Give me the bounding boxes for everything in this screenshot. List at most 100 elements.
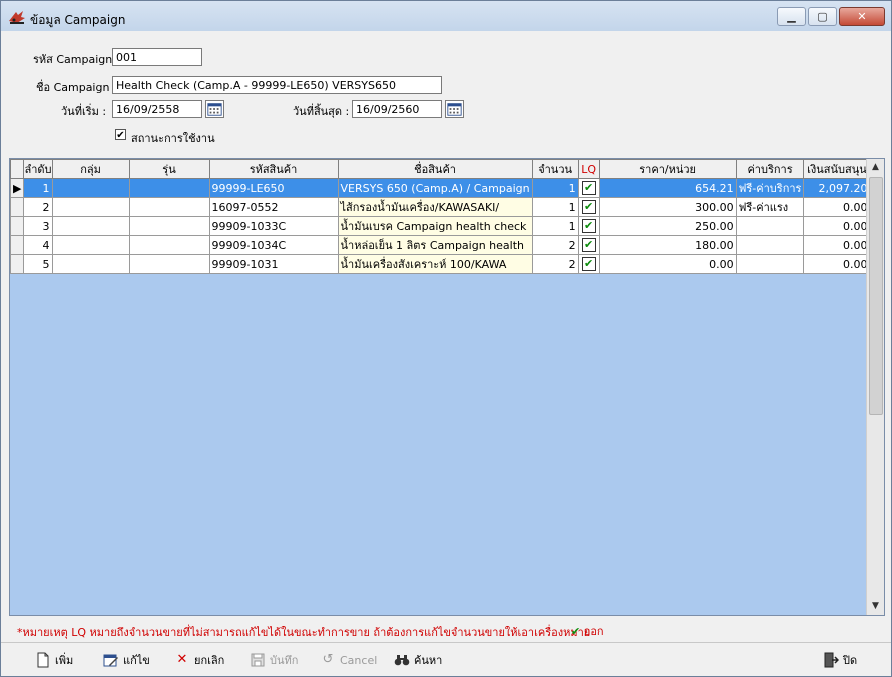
cell-support[interactable]: 2,097.20: [803, 178, 871, 198]
col-header-service[interactable]: ค่าบริการ: [735, 159, 805, 179]
cell-qty[interactable]: 1: [531, 216, 579, 236]
end-date-input[interactable]: 16/09/2560: [352, 100, 442, 118]
table-row[interactable]: ▶ 1 99999-LE650 VERSYS 650 (Camp.A) / Ca…: [10, 178, 871, 198]
add-button[interactable]: เพิ่ม: [35, 651, 73, 669]
title-bar[interactable]: ข้อมูล Campaign ▁ ▢ ✕: [1, 1, 891, 31]
col-header-support[interactable]: เงินสนับสนุน: [803, 159, 871, 179]
close-window-button[interactable]: ✕: [839, 7, 885, 26]
cell-model[interactable]: [128, 235, 210, 255]
cell-lq[interactable]: ✔: [577, 197, 600, 217]
cell-no[interactable]: 3: [23, 216, 53, 236]
vertical-scrollbar[interactable]: ▲ ▼: [866, 159, 884, 615]
lq-checkbox[interactable]: ✔: [581, 257, 596, 271]
cell-support[interactable]: 0.00: [803, 197, 871, 217]
cell-qty[interactable]: 2: [531, 254, 579, 274]
cell-price[interactable]: 180.00: [598, 235, 737, 255]
cell-code[interactable]: 99909-1033C: [208, 216, 339, 236]
cell-model[interactable]: [128, 216, 210, 236]
cell-group[interactable]: [51, 197, 130, 217]
cell-code[interactable]: 99909-1031: [208, 254, 339, 274]
status-checkbox[interactable]: ✔: [115, 129, 126, 141]
cell-price[interactable]: 250.00: [598, 216, 737, 236]
cell-no[interactable]: 2: [23, 197, 53, 217]
cell-support[interactable]: 0.00: [803, 235, 871, 255]
table-row[interactable]: 2 16097-0552 ไส้กรองน้ำมันเครื่อง/KAWASA…: [10, 197, 871, 217]
cell-name[interactable]: น้ำหล่อเย็น 1 ลิตร Campaign health: [337, 235, 533, 255]
cell-lq[interactable]: ✔: [577, 235, 600, 255]
maximize-button[interactable]: ▢: [808, 7, 837, 26]
cell-code[interactable]: 99909-1034C: [208, 235, 339, 255]
table-row[interactable]: 5 99909-1031 น้ำมันเครื่องสังเคราะห์ 100…: [10, 254, 871, 274]
col-header-group[interactable]: กลุ่ม: [51, 159, 130, 179]
cell-no[interactable]: 4: [23, 235, 53, 255]
lq-checkbox[interactable]: ✔: [581, 238, 596, 252]
green-check-icon: ✔: [571, 625, 581, 638]
campaign-form: รหัส Campaign : 001 ชื่อ Campaign : Heal…: [1, 31, 891, 157]
search-button-label: ค้นหา: [414, 654, 443, 667]
cell-model[interactable]: [128, 254, 210, 274]
start-date-input[interactable]: 16/09/2558: [112, 100, 202, 118]
cell-qty[interactable]: 2: [531, 235, 579, 255]
cancel-button[interactable]: ↺ Cancel: [320, 651, 378, 669]
lq-checkbox[interactable]: ✔: [581, 181, 596, 195]
cell-service[interactable]: [735, 254, 805, 274]
table-header-row: ลำดับ กลุ่ม รุ่น รหัสสินค้า ชื่อสินค้า จ…: [10, 159, 871, 179]
campaign-name-input[interactable]: Health Check (Camp.A - 99999-LE650) VERS…: [112, 76, 442, 94]
col-header-lq[interactable]: LQ: [577, 159, 600, 179]
cell-lq[interactable]: ✔: [577, 216, 600, 236]
cell-price[interactable]: 300.00: [598, 197, 737, 217]
lq-checkbox[interactable]: ✔: [581, 219, 596, 233]
col-header-no[interactable]: ลำดับ: [23, 159, 53, 179]
cell-qty[interactable]: 1: [531, 178, 579, 198]
cell-group[interactable]: [51, 178, 130, 198]
cell-price[interactable]: 0.00: [598, 254, 737, 274]
campaign-code-label: รหัส Campaign :: [33, 53, 120, 66]
cell-model[interactable]: [128, 178, 210, 198]
minimize-button[interactable]: ▁: [777, 7, 806, 26]
cell-support[interactable]: 0.00: [803, 254, 871, 274]
cell-price[interactable]: 654.21: [598, 178, 737, 198]
cell-code[interactable]: 99999-LE650: [208, 178, 339, 198]
col-header-qty[interactable]: จำนวน: [531, 159, 579, 179]
cell-code[interactable]: 16097-0552: [208, 197, 339, 217]
table-row[interactable]: 3 99909-1033C น้ำมันเบรค Campaign health…: [10, 216, 871, 236]
cell-service[interactable]: [735, 235, 805, 255]
cell-no[interactable]: 5: [23, 254, 53, 274]
cell-group[interactable]: [51, 216, 130, 236]
cancel-record-button[interactable]: ✕ ยกเลิก: [174, 651, 225, 669]
lq-note: *หมายเหตุ LQ หมายถึงจำนวนขายที่ไม่สามารถ…: [17, 626, 591, 639]
cell-name[interactable]: น้ำมันเบรค Campaign health check: [337, 216, 533, 236]
cell-group[interactable]: [51, 254, 130, 274]
cell-group[interactable]: [51, 235, 130, 255]
cell-no[interactable]: 1: [23, 178, 53, 198]
cell-name[interactable]: ไส้กรองน้ำมันเครื่อง/KAWASAKI/: [337, 197, 533, 217]
cell-service[interactable]: ฟรี-ค่าบริการ: [735, 178, 805, 198]
close-button[interactable]: ปิด: [823, 651, 857, 669]
table-row[interactable]: 4 99909-1034C น้ำหล่อเย็น 1 ลิตร Campaig…: [10, 235, 871, 255]
col-header-name[interactable]: ชื่อสินค้า: [337, 159, 533, 179]
search-button[interactable]: ค้นหา: [394, 651, 442, 669]
cell-name[interactable]: VERSYS 650 (Camp.A) / Campaign: [337, 178, 533, 198]
save-button[interactable]: บันทึก: [250, 651, 298, 669]
col-header-price[interactable]: ราคา/หน่วย: [598, 159, 737, 179]
scroll-down-icon[interactable]: ▼: [867, 598, 884, 615]
cell-qty[interactable]: 1: [531, 197, 579, 217]
col-header-code[interactable]: รหัสสินค้า: [208, 159, 339, 179]
cell-name[interactable]: น้ำมันเครื่องสังเคราะห์ 100/KAWA: [337, 254, 533, 274]
campaign-code-input[interactable]: 001: [112, 48, 202, 66]
scroll-up-icon[interactable]: ▲: [867, 159, 884, 176]
edit-button[interactable]: แก้ไข: [103, 651, 150, 669]
exit-door-icon: [824, 652, 839, 668]
cell-lq[interactable]: ✔: [577, 178, 600, 198]
scroll-thumb[interactable]: [869, 177, 883, 415]
lq-checkbox[interactable]: ✔: [581, 200, 596, 214]
col-header-model[interactable]: รุ่น: [128, 159, 210, 179]
cell-service[interactable]: ฟรี-ค่าแรง: [735, 197, 805, 217]
cell-service[interactable]: [735, 216, 805, 236]
cell-lq[interactable]: ✔: [577, 254, 600, 274]
calendar-icon[interactable]: [205, 100, 224, 118]
close-button-label: ปิด: [843, 654, 858, 667]
cell-model[interactable]: [128, 197, 210, 217]
cell-support[interactable]: 0.00: [803, 216, 871, 236]
calendar-icon[interactable]: [445, 100, 464, 118]
